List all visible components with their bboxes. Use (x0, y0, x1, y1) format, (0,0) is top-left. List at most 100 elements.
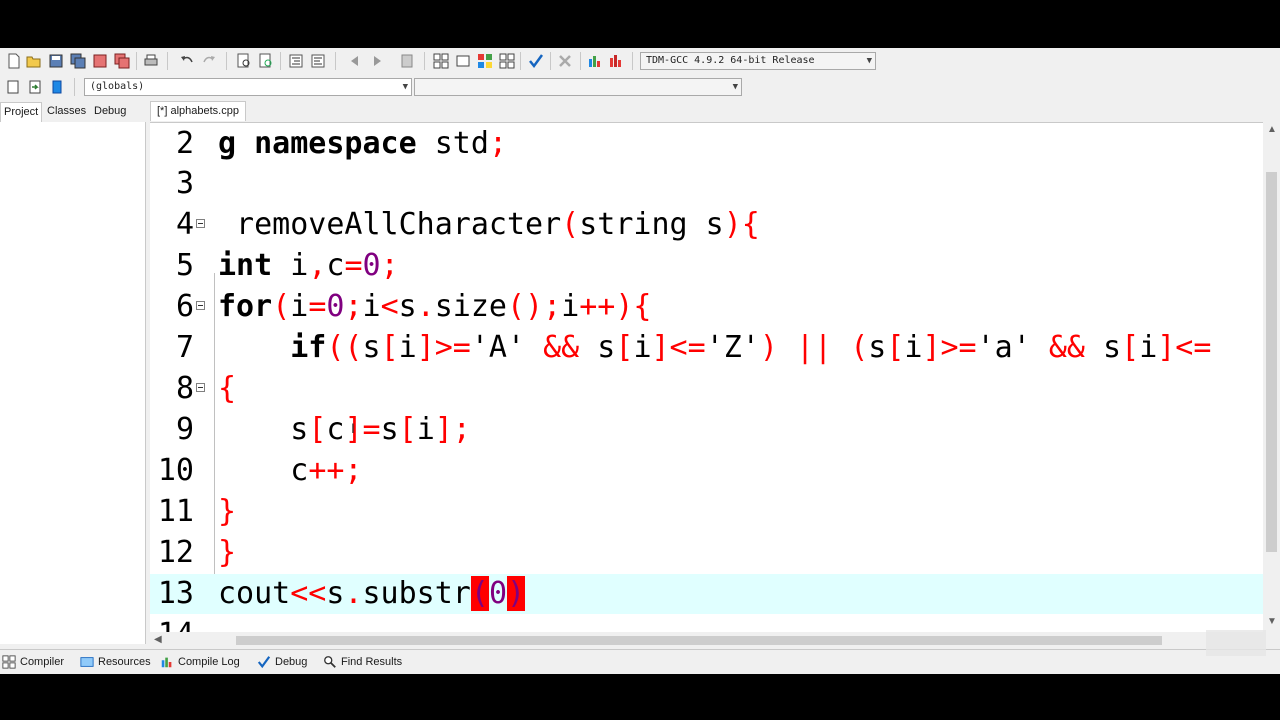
code-text: removeAllCharacter(string s){ (218, 207, 760, 242)
horizontal-scroll-thumb[interactable] (236, 636, 1162, 645)
bookmark-forward-icon[interactable] (368, 52, 386, 70)
code-text: for(i=0;i<s.size();i++){ (218, 289, 652, 324)
code-text: if((s[i]>='A' && s[i]<='Z') || (s[i]>='a… (290, 330, 1212, 365)
code-text: s[c]=s[i]; (218, 412, 471, 447)
close-icon[interactable] (91, 52, 109, 70)
syntax-check-icon[interactable] (527, 52, 545, 70)
code-text: int i,c=0; (218, 248, 399, 283)
line-number: 13 (157, 576, 194, 611)
redo-icon[interactable] (200, 52, 218, 70)
class-toolbar: (globals) ▼ ▼ (0, 74, 1280, 100)
line-number: 7 (175, 330, 194, 365)
print-icon[interactable] (142, 52, 160, 70)
unindent-icon[interactable] (309, 52, 327, 70)
tab-debug-output-label: Debug (275, 656, 308, 668)
tab-compiler-label: Compiler (20, 656, 65, 668)
tab-debug-output[interactable]: Debug (257, 654, 307, 670)
code-line: 5 int i,c=0; (150, 246, 1263, 286)
abort-icon[interactable] (556, 52, 574, 70)
bookmark-back-icon[interactable] (346, 52, 364, 70)
search-icon (324, 656, 336, 668)
left-panel-tabs: Project Classes Debug (0, 100, 147, 122)
line-number: 9 (175, 412, 194, 447)
code-editor[interactable]: 2 g namespace std; 3 4 removeAllCharacte… (150, 122, 1263, 633)
text-cursor-icon: Ι (351, 420, 355, 436)
code-line: 12 } (150, 533, 1263, 573)
line-number: 14 (150, 615, 194, 633)
tab-classes[interactable]: Classes (44, 102, 89, 121)
scroll-down-icon[interactable]: ▼ (1267, 616, 1277, 627)
vertical-scrollbar[interactable]: ▲ ▼ (1263, 122, 1280, 632)
code-line: 4 removeAllCharacter(string s){ (150, 205, 1263, 245)
tab-resources[interactable]: Resources (80, 654, 151, 670)
grid-icon (2, 655, 16, 669)
project-panel (0, 122, 146, 644)
fold-collapse-icon[interactable] (196, 219, 205, 228)
chevron-down-icon: ▼ (866, 56, 872, 66)
vertical-scroll-thumb[interactable] (1266, 172, 1277, 552)
fold-collapse-icon[interactable] (196, 383, 205, 392)
line-number: 8 (175, 371, 194, 406)
horizontal-scrollbar[interactable]: ◀ (150, 632, 1263, 649)
code-line: 7 if((s[i]>='A' && s[i]<='Z') || (s[i]>=… (150, 328, 1263, 368)
code-line: 10 c++; (150, 451, 1263, 491)
tab-project[interactable]: Project (0, 102, 43, 122)
code-text: { (218, 371, 237, 406)
code-line: 2 g namespace std; (150, 124, 1263, 164)
new-file-icon[interactable] (5, 52, 23, 70)
line-number: 3 (175, 166, 194, 201)
devcpp-window: TDM-GCC 4.9.2 64-bit Release ▼ (globals)… (0, 48, 1280, 674)
profile-icon[interactable] (607, 52, 625, 70)
compiler-select-value: TDM-GCC 4.9.2 64-bit Release (646, 55, 815, 66)
code-text: } (218, 494, 237, 529)
tab-debug[interactable]: Debug (91, 102, 129, 121)
tab-compile-log-label: Compile Log (178, 656, 240, 668)
full-screen-icon[interactable] (454, 52, 472, 70)
undo-icon[interactable] (178, 52, 196, 70)
code-line: 11 } (150, 492, 1263, 532)
bottom-panel-tabs: Compiler Resources Compile Log Debug Fin… (0, 649, 1280, 674)
symbol-select[interactable]: ▼ (414, 78, 742, 96)
run-icon[interactable] (498, 52, 516, 70)
line-number: 5 (175, 248, 194, 283)
goto-definition-icon[interactable] (26, 78, 44, 96)
save-all-icon[interactable] (69, 52, 87, 70)
code-text: c++; (218, 453, 363, 488)
chevron-down-icon: ▼ (402, 82, 408, 92)
find-icon[interactable] (235, 52, 253, 70)
code-text: cout<<s.substr(0) (218, 576, 526, 611)
current-code-line: 13 cout<<s.substr(0) (150, 574, 1263, 614)
code-text: g namespace std; (218, 126, 507, 161)
open-icon[interactable] (25, 52, 43, 70)
tab-resources-label: Resources (98, 656, 151, 668)
close-all-icon[interactable] (113, 52, 131, 70)
new-class-icon[interactable] (432, 52, 450, 70)
scope-select[interactable]: (globals) ▼ (84, 78, 412, 96)
save-icon[interactable] (47, 52, 65, 70)
chevron-down-icon: ▼ (732, 82, 738, 92)
video-overlay-controls (1206, 630, 1266, 656)
code-text: } (218, 535, 237, 570)
main-toolbar: TDM-GCC 4.9.2 64-bit Release ▼ (0, 48, 1280, 74)
line-number: 12 (157, 535, 194, 570)
insert-icon[interactable] (48, 78, 66, 96)
goto-declaration-icon[interactable] (4, 78, 22, 96)
replace-icon[interactable] (257, 52, 275, 70)
scope-select-value: (globals) (90, 81, 145, 92)
editor-tab-file[interactable]: [*] alphabets.cpp (150, 101, 246, 121)
compile-icon[interactable] (476, 52, 494, 70)
code-line: 6 for(i=0;i<s.size();i++){ (150, 287, 1263, 327)
bookmark-icon[interactable] (398, 52, 416, 70)
scroll-left-icon[interactable]: ◀ (154, 634, 162, 645)
tab-find-results[interactable]: Find Results (323, 654, 402, 670)
code-line: 8 { (150, 369, 1263, 409)
scroll-up-icon[interactable]: ▲ (1267, 124, 1277, 135)
check-icon (257, 656, 271, 669)
resources-icon (80, 657, 94, 667)
tab-compile-log[interactable]: Compile Log (160, 654, 240, 670)
tab-compiler[interactable]: Compiler (2, 654, 64, 670)
chart-icon[interactable] (586, 52, 604, 70)
indent-icon[interactable] (287, 52, 305, 70)
compiler-select[interactable]: TDM-GCC 4.9.2 64-bit Release ▼ (640, 52, 876, 70)
fold-collapse-icon[interactable] (196, 301, 205, 310)
